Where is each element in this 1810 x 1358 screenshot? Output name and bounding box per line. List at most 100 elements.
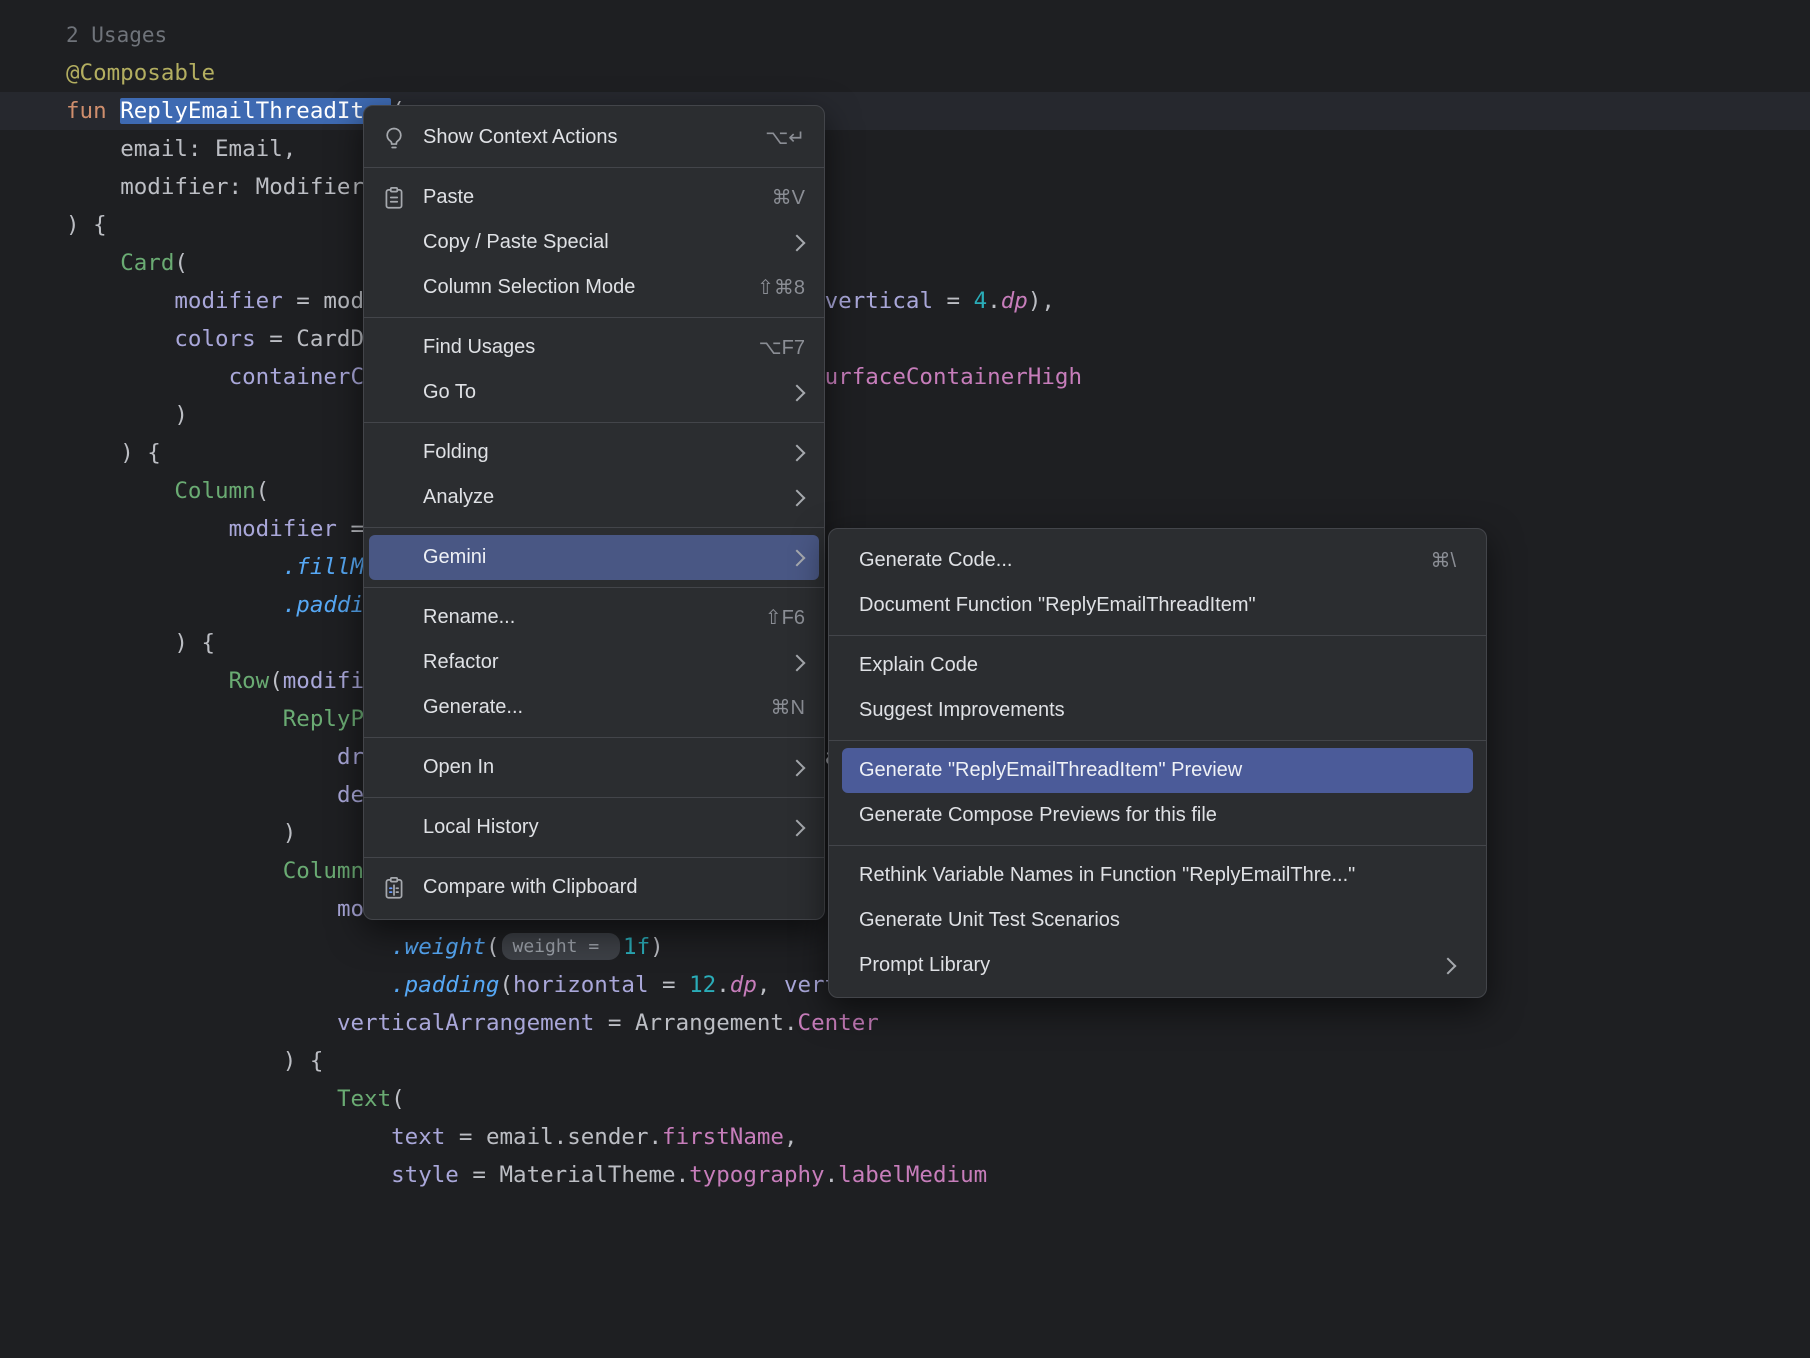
code-line[interactable]: text = email.sender.firstName, xyxy=(66,1118,798,1156)
menu-item-label: Copy / Paste Special xyxy=(423,231,773,254)
code-token: .weight xyxy=(391,934,486,960)
menu-item-label: Generate Code... xyxy=(859,549,1404,572)
code-token: = xyxy=(256,326,297,352)
menu-item-folding[interactable]: Folding xyxy=(369,430,819,475)
code-token: typography xyxy=(689,1162,824,1188)
code-token: , xyxy=(784,1124,798,1150)
menu-separator xyxy=(364,422,824,423)
code-token: colors xyxy=(174,326,255,352)
menu-item-rename[interactable]: Rename...⇧F6 xyxy=(369,595,819,640)
menu-separator xyxy=(829,740,1486,741)
code-token: email: Email, xyxy=(120,136,296,162)
code-line[interactable]: Card( xyxy=(66,244,188,282)
code-line[interactable]: ) { xyxy=(66,206,107,244)
menu-item-find-usages[interactable]: Find Usages ⌥F7 xyxy=(369,325,819,370)
menu-item-label: Generate Unit Test Scenarios xyxy=(859,909,1456,932)
code-token: ( xyxy=(499,972,513,998)
menu-item-label: Open In xyxy=(423,756,773,779)
shortcut-hint: ⌘N xyxy=(771,695,805,720)
gemini-submenu: Generate Code...⌘\ Document Function "Rep… xyxy=(828,528,1487,998)
menu-item-generate-unit-test-scenarios[interactable]: Generate Unit Test Scenarios xyxy=(842,898,1473,943)
code-line[interactable]: style = MaterialTheme.typography.labelMe… xyxy=(66,1156,987,1194)
code-line[interactable]: ) xyxy=(66,814,296,852)
menu-item-label: Analyze xyxy=(423,486,773,509)
menu-item-label: Refactor xyxy=(423,651,773,674)
menu-item-go-to[interactable]: Go To xyxy=(369,370,819,415)
menu-item-label: Rethink Variable Names in Function "Repl… xyxy=(859,864,1456,887)
icon-slot-empty xyxy=(380,694,408,722)
menu-item-paste[interactable]: Paste⌘V xyxy=(369,175,819,220)
code-line[interactable]: ) xyxy=(66,396,188,434)
shortcut-hint: ⌘V xyxy=(772,185,805,210)
menu-item-refactor[interactable]: Refactor xyxy=(369,640,819,685)
menu-item-generate-compose-previews[interactable]: Generate Compose Previews for this file xyxy=(842,793,1473,838)
code-token: ) xyxy=(283,820,297,846)
code-line[interactable]: 2 Usages xyxy=(66,16,167,54)
code-line[interactable]: ) { xyxy=(66,624,215,662)
menu-item-label: Find Usages xyxy=(423,336,733,359)
menu-item-generate[interactable]: Generate...⌘N xyxy=(369,685,819,730)
menu-item-compare-with-clipboard[interactable]: Compare with Clipboard xyxy=(369,865,819,910)
code-token: = xyxy=(594,1010,635,1036)
menu-item-explain-code[interactable]: Explain Code xyxy=(842,643,1473,688)
menu-item-generate-code[interactable]: Generate Code...⌘\ xyxy=(842,538,1473,583)
icon-slot-empty xyxy=(380,334,408,362)
code-token: = xyxy=(445,1124,486,1150)
code-line[interactable]: ) { xyxy=(66,1042,323,1080)
menu-item-label: Show Context Actions xyxy=(423,126,739,149)
menu-item-label: Go To xyxy=(423,381,773,404)
code-token: . xyxy=(987,288,1001,314)
code-token: email.sender. xyxy=(486,1124,662,1150)
gemini-icon xyxy=(380,544,408,572)
menu-item-label: Document Function "ReplyEmailThreadItem" xyxy=(859,594,1456,617)
menu-item-prompt-library[interactable]: Prompt Library xyxy=(842,943,1473,988)
menu-item-document-function[interactable]: Document Function "ReplyEmailThreadItem" xyxy=(842,583,1473,628)
code-token: ) { xyxy=(120,440,161,466)
code-token: ) { xyxy=(66,212,107,238)
menu-item-analyze[interactable]: Analyze xyxy=(369,475,819,520)
code-line[interactable]: verticalArrangement = Arrangement.Center xyxy=(66,1004,879,1042)
menu-item-column-selection-mode[interactable]: Column Selection Mode⇧⌘8 xyxy=(369,265,819,310)
menu-separator xyxy=(364,167,824,168)
menu-item-label: Generate Compose Previews for this file xyxy=(859,804,1456,827)
code-line[interactable]: @Composable xyxy=(66,54,215,92)
icon-slot-empty xyxy=(380,814,408,842)
menu-item-local-history[interactable]: Local History xyxy=(369,805,819,850)
code-token: firstName xyxy=(662,1124,784,1150)
code-token: .padding xyxy=(391,972,499,998)
menu-item-show-context-actions[interactable]: Show Context Actions⌥↵ xyxy=(369,115,819,160)
menu-item-suggest-improvements[interactable]: Suggest Improvements xyxy=(842,688,1473,733)
menu-item-copy-paste-special[interactable]: Copy / Paste Special xyxy=(369,220,819,265)
menu-item-generate-preview[interactable]: Generate "ReplyEmailThreadItem" Preview xyxy=(842,748,1473,793)
paste-icon xyxy=(380,184,408,212)
code-line[interactable]: .weight(weight = 1f) xyxy=(66,928,664,966)
menu-item-label: Local History xyxy=(423,816,773,839)
chevron-right-icon xyxy=(789,234,806,251)
menu-item-rethink-variable-names[interactable]: Rethink Variable Names in Function "Repl… xyxy=(842,853,1473,898)
code-line[interactable]: ) { xyxy=(66,434,161,472)
code-line[interactable]: Text( xyxy=(66,1080,405,1118)
code-token: ) { xyxy=(283,1048,324,1074)
code-line[interactable]: fun ReplyEmailThreadItem( xyxy=(66,92,405,130)
code-token: = xyxy=(933,288,974,314)
menu-item-label: Suggest Improvements xyxy=(859,699,1456,722)
shortcut-hint: ⌥F7 xyxy=(759,335,805,360)
chevron-right-icon xyxy=(789,819,806,836)
code-token: , xyxy=(757,972,784,998)
code-token: Center xyxy=(798,1010,879,1036)
menu-item-label: Gemini xyxy=(423,546,773,569)
menu-separator xyxy=(364,587,824,588)
code-line[interactable]: Column( xyxy=(66,852,378,890)
chevron-right-icon xyxy=(789,444,806,461)
code-line[interactable]: Column( xyxy=(66,472,269,510)
code-token xyxy=(107,98,121,124)
menu-item-open-in[interactable]: Open In xyxy=(369,745,819,790)
code-token: dp xyxy=(1001,288,1028,314)
code-token: fun xyxy=(66,98,107,124)
shortcut-hint: ⇧⌘8 xyxy=(757,275,805,300)
code-line[interactable]: email: Email, xyxy=(66,130,296,168)
code-token: . xyxy=(716,972,730,998)
code-token: modifier xyxy=(229,516,337,542)
code-token: 1f xyxy=(623,934,650,960)
menu-item-gemini[interactable]: Gemini xyxy=(369,535,819,580)
